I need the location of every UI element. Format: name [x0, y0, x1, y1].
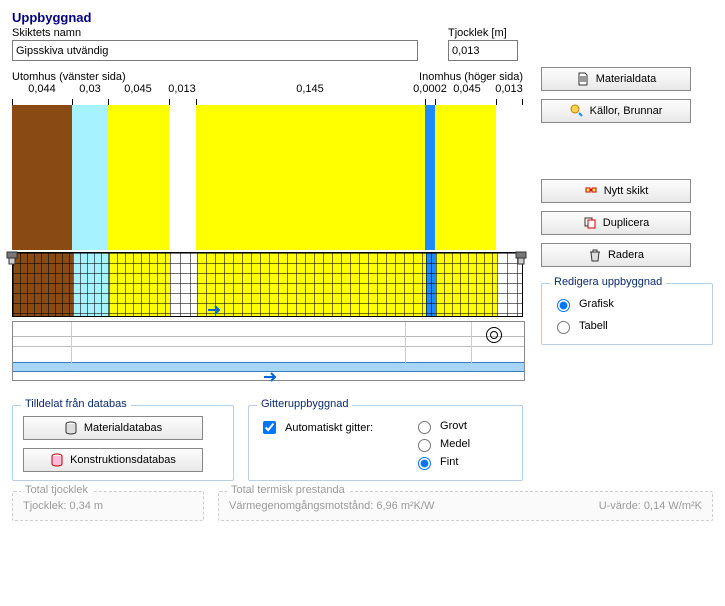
total-tjocklek-title: Total tjocklek — [21, 484, 92, 496]
grid-seg-5 — [426, 253, 436, 316]
konstruktionsdatabas-button[interactable]: Konstruktionsdatabas — [23, 448, 203, 472]
target-icon[interactable] — [486, 327, 502, 343]
layer-seg-0[interactable] — [12, 105, 72, 250]
layer-seg-7[interactable] — [496, 105, 523, 250]
edit-grafisk-radio[interactable]: Grafisk — [552, 296, 702, 312]
axis-left-label: Utomhus (vänster sida) — [12, 71, 126, 83]
edit-tabell-radio[interactable]: Tabell — [552, 318, 702, 334]
db-group-title: Tilldelat från databas — [21, 398, 131, 410]
gitter-group-title: Gitteruppbyggnad — [257, 398, 352, 410]
arrow-down-icon[interactable] — [263, 370, 279, 386]
document-icon — [576, 72, 590, 86]
grid-preview[interactable] — [12, 252, 523, 317]
database-icon — [64, 421, 78, 435]
bulb-icon — [570, 104, 584, 118]
total-tjocklek-value: Tjocklek: 0,34 m — [23, 500, 193, 512]
trash-icon — [588, 248, 602, 262]
grid-seg-3 — [170, 253, 197, 316]
arrow-icon[interactable] — [207, 303, 223, 319]
duplicera-button[interactable]: Duplicera — [541, 211, 691, 235]
motstand-value: Värmegenomgångsmotstånd: 6,96 m²K/W — [229, 500, 434, 512]
edit-group-title: Redigera uppbyggnad — [550, 276, 666, 288]
layer-preview[interactable] — [12, 105, 523, 250]
grid-seg-4 — [197, 253, 426, 316]
layer-seg-5[interactable] — [425, 105, 435, 250]
uvarde-value: U-värde: 0,14 W/m²K — [599, 500, 702, 512]
radera-button[interactable]: Radera — [541, 243, 691, 267]
gitter-medel-radio[interactable]: Medel — [413, 436, 470, 452]
layer-seg-1[interactable] — [72, 105, 108, 250]
grid-seg-6 — [436, 253, 497, 316]
thickness-label: Tjocklek [m] — [448, 27, 518, 39]
layer-seg-2[interactable] — [108, 105, 169, 250]
materialdata-button[interactable]: Materialdata — [541, 67, 691, 91]
layer-name-label: Skiktets namn — [12, 27, 418, 39]
layer-seg-3[interactable] — [169, 105, 196, 250]
nytt-skikt-button[interactable]: Nytt skikt — [541, 179, 691, 203]
grid-seg-2 — [109, 253, 170, 316]
page-title: Uppbyggnad — [12, 10, 713, 25]
total-termisk-title: Total termisk prestanda — [227, 484, 349, 496]
database-red-icon — [50, 453, 64, 467]
layer-tick-marks — [12, 99, 523, 105]
materialdatabas-button[interactable]: Materialdatabas — [23, 416, 203, 440]
layer-seg-6[interactable] — [435, 105, 496, 250]
section-preview[interactable] — [12, 321, 525, 381]
thickness-input[interactable] — [448, 40, 518, 61]
axis-right-label: Inomhus (höger sida) — [419, 71, 523, 83]
gitter-fint-radio[interactable]: Fint — [413, 454, 470, 470]
kallor-brunnar-button[interactable]: Källor, Brunnar — [541, 99, 691, 123]
grid-seg-1 — [73, 253, 109, 316]
handle-right-icon[interactable] — [514, 250, 530, 266]
layer-seg-4[interactable] — [196, 105, 425, 250]
layer-name-input[interactable] — [12, 40, 418, 61]
layer-tick-labels: 0,044 0,03 0,045 0,013 0,145 0,0002 0,04… — [12, 83, 523, 99]
handle-left-icon[interactable] — [5, 250, 21, 266]
grid-seg-0 — [13, 253, 73, 316]
gitter-grovt-radio[interactable]: Grovt — [413, 418, 470, 434]
new-layer-icon — [584, 184, 598, 198]
auto-gitter-checkbox[interactable]: Automatiskt gitter: — [259, 418, 373, 437]
duplicate-icon — [583, 216, 597, 230]
